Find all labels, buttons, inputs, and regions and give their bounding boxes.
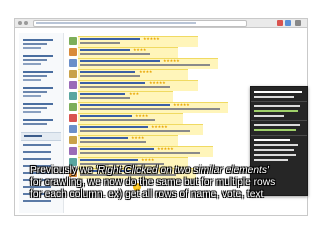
rating-stars-icon: ★★★ [129, 91, 139, 96]
thumbnail [69, 103, 77, 111]
list-item[interactable]: ★★★★★ [67, 36, 255, 47]
rating-stars-icon: ★★★★★ [163, 58, 180, 63]
post-title[interactable] [80, 49, 130, 51]
rating-stars-icon: ★★★★ [135, 113, 149, 118]
thumbnail [69, 114, 77, 122]
sidebar-item[interactable] [21, 69, 61, 83]
rating-stars-icon: ★★★★ [131, 135, 145, 140]
list-item[interactable]: ★★★★ [67, 113, 255, 124]
browser-forward-icon[interactable] [24, 21, 28, 25]
thumbnail [69, 147, 77, 155]
url-input[interactable] [33, 20, 247, 27]
bookmark-icon[interactable] [277, 20, 283, 26]
sidebar-item[interactable] [21, 101, 61, 115]
rating-stars-icon: ★★★★★ [173, 102, 190, 107]
list-item[interactable]: ★★★★★ [67, 124, 255, 135]
post-title[interactable] [80, 93, 125, 95]
list-item[interactable]: ★★★ [67, 91, 255, 102]
list-item[interactable]: ★★★★ [67, 69, 255, 80]
rating-stars-icon: ★★★★★ [143, 36, 160, 41]
rating-stars-icon: ★★★★ [141, 157, 155, 162]
caption-line-2: for crawling, we now do the same but for… [30, 177, 276, 188]
list-item[interactable]: ★★★★★ [67, 80, 255, 91]
archive-link[interactable] [23, 144, 51, 146]
thumbnail [69, 136, 77, 144]
post-title[interactable] [80, 104, 170, 106]
list-item[interactable]: ★★★★★ [67, 146, 255, 157]
rating-stars-icon: ★★★★ [133, 47, 147, 52]
sidebar-item[interactable] [21, 53, 61, 67]
caption-line-3: for each column. ex) get all rows of nam… [30, 189, 264, 200]
post-title[interactable] [80, 159, 138, 161]
rating-stars-icon: ★★★★ [139, 69, 153, 74]
sidebar-item[interactable] [21, 37, 61, 51]
list-item[interactable]: ★★★★ [67, 135, 255, 146]
post-title[interactable] [80, 137, 128, 139]
sidebar-item[interactable] [21, 85, 61, 99]
rating-stars-icon: ★★★★★ [157, 146, 174, 151]
post-title[interactable] [80, 60, 160, 62]
thumbnail [69, 81, 77, 89]
list-item[interactable]: ★★★★★ [67, 58, 255, 69]
browser-back-icon[interactable] [18, 21, 22, 25]
post-title[interactable] [80, 38, 140, 40]
thumbnail [69, 125, 77, 133]
thumbnail [69, 37, 77, 45]
menu-icon[interactable] [295, 20, 301, 26]
archive-link[interactable] [23, 158, 51, 160]
sidebar-archive-header [21, 132, 61, 141]
thumbnail [69, 59, 77, 67]
thumbnail [69, 70, 77, 78]
post-title[interactable] [80, 71, 135, 73]
post-title[interactable] [80, 148, 154, 150]
sidebar-item[interactable] [21, 117, 61, 131]
list-item[interactable]: ★★★★ [67, 47, 255, 58]
thumbnail [69, 48, 77, 56]
thumbnail [69, 92, 77, 100]
caption-line-1: Previously we 'Right Clicked on two simi… [30, 165, 269, 176]
list-item[interactable]: ★★★★★ [67, 102, 255, 113]
address-bar [15, 19, 307, 28]
post-title[interactable] [80, 82, 145, 84]
rating-stars-icon: ★★★★★ [149, 80, 166, 85]
rating-stars-icon: ★★★★★ [151, 124, 168, 129]
subtitle-caption: Previously we 'Right Clicked on two simi… [0, 163, 320, 210]
post-title[interactable] [80, 115, 132, 117]
archive-link[interactable] [23, 151, 51, 153]
post-title[interactable] [80, 126, 148, 128]
extension-icon[interactable] [285, 20, 291, 26]
